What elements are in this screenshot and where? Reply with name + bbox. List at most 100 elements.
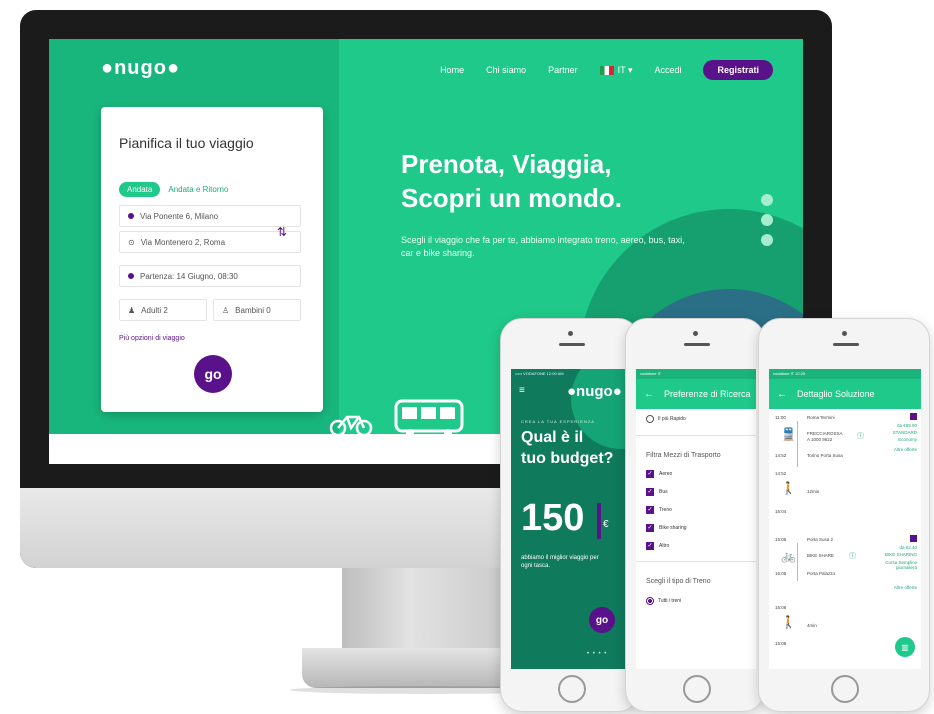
home-button[interactable] xyxy=(683,675,711,703)
slider-dot[interactable] xyxy=(761,214,773,226)
destination-pin-icon: ⊙ xyxy=(128,237,135,247)
nav-login[interactable]: Accedi xyxy=(654,65,681,75)
mode-label: Aereo xyxy=(659,471,673,477)
mode-bus[interactable]: ✓ Bus xyxy=(636,483,756,501)
service-name: FRECCIAROSSA xyxy=(807,431,843,436)
mode-other[interactable]: ✓ Altro xyxy=(636,537,756,555)
children-value: Bambini 0 xyxy=(235,305,271,315)
app-bar: ← Preferenze di Ricerca xyxy=(636,379,756,409)
back-arrow-icon[interactable]: ← xyxy=(777,389,787,400)
budget-go-button[interactable]: go xyxy=(589,607,615,633)
search-go-button[interactable]: go xyxy=(194,355,232,393)
radio-selected-icon xyxy=(646,597,654,605)
language-select[interactable]: IT ▾ xyxy=(599,65,632,76)
phone-speaker xyxy=(684,343,710,346)
children-field[interactable]: ♙ Bambini 0 xyxy=(213,299,301,321)
select-checkbox[interactable] xyxy=(910,535,917,542)
screen-title: Preferenze di Ricerca xyxy=(664,389,751,399)
hero-headline-line2: Scopri un mondo. xyxy=(401,183,622,213)
checkbox-checked-icon: ✓ xyxy=(646,524,654,532)
home-button[interactable] xyxy=(831,675,859,703)
mode-label: Bike sharing xyxy=(659,525,687,531)
more-offers-link[interactable]: Altre offerte xyxy=(894,585,917,590)
budget-tagline: abbiamo il miglior viaggio per ogni tasc… xyxy=(521,555,599,569)
home-button[interactable] xyxy=(558,675,586,703)
info-icon[interactable]: ⓘ xyxy=(849,551,856,561)
service-name: BIKE SHARE xyxy=(807,553,835,558)
adults-value: Adulti 2 xyxy=(141,305,168,315)
select-checkbox[interactable] xyxy=(910,413,917,420)
fastest-option[interactable]: Il più Rapido xyxy=(636,409,756,429)
slider-dot[interactable] xyxy=(761,234,773,246)
info-icon[interactable]: ⓘ xyxy=(857,431,864,441)
text-cursor xyxy=(597,503,601,539)
divider xyxy=(636,435,756,436)
walking-icon: 🚶 xyxy=(781,615,796,629)
mode-label: Treno xyxy=(659,507,672,513)
fare-note: Corsa Semplice giornaliera xyxy=(885,560,917,570)
swap-icon[interactable]: ⇅ xyxy=(277,225,287,239)
nav-about[interactable]: Chi siamo xyxy=(486,65,526,75)
site-logo[interactable]: ●nugo● xyxy=(101,57,180,80)
itinerary: 11:00 Roma Termini 🚆 FRECCIAROSSA A 1000… xyxy=(769,409,921,669)
time-label: 15:04 xyxy=(775,509,787,514)
status-bar: vodafone IT xyxy=(636,369,756,379)
child-icon: ♙ xyxy=(222,305,230,315)
all-trains-option[interactable]: Tutti i treni xyxy=(636,591,756,611)
planner-title: Pianifica il tuo viaggio xyxy=(119,135,254,151)
date-field[interactable]: Partenza: 14 Giugno, 08:30 xyxy=(119,265,301,287)
imac-stand-neck xyxy=(342,568,512,650)
phone-budget: ••••• VODAFONE 12:00 AM ≡ ●nugo● CREA LA… xyxy=(500,318,640,712)
phone-speaker xyxy=(833,343,859,346)
filter-title: Filtra Mezzi di Trasporto xyxy=(646,452,721,459)
detail-screen: vodafone IT 10:25 ← Dettaglio Soluzione … xyxy=(769,369,921,669)
checkbox-checked-icon: ✓ xyxy=(646,470,654,478)
budget-amount[interactable]: 150 xyxy=(521,497,584,540)
fare-label: Economy xyxy=(898,437,917,442)
class-label: STANDARD xyxy=(892,430,917,435)
walking-icon: 🚶 xyxy=(781,481,796,495)
to-field[interactable]: ⊙ Via Montenero 2, Roma xyxy=(119,231,301,253)
app-logo: ●nugo● xyxy=(567,383,622,400)
mode-train[interactable]: ✓ Treno xyxy=(636,501,756,519)
back-arrow-icon[interactable]: ← xyxy=(644,389,654,400)
register-button[interactable]: Registrati xyxy=(703,60,773,80)
map-button[interactable]: ▥ xyxy=(895,637,915,657)
origin-pin-icon xyxy=(128,213,134,219)
budget-screen: ••••• VODAFONE 12:00 AM ≡ ●nugo● CREA LA… xyxy=(511,369,631,669)
hero-headline: Prenota, Viaggia, Scopri un mondo. xyxy=(401,147,622,215)
adult-icon: ♟ xyxy=(128,305,136,315)
walk-duration: 12min xyxy=(807,489,820,494)
service-code: A 1000 9622 xyxy=(807,437,833,442)
radio-icon xyxy=(646,415,654,423)
phone-camera xyxy=(568,331,573,336)
more-options-link[interactable]: Più opzioni di viaggio xyxy=(119,335,185,342)
train-icon: 🚆 xyxy=(781,427,796,441)
mode-label: Altro xyxy=(659,543,670,549)
from-value: Via Ponente 6, Milano xyxy=(140,211,219,221)
bus-icon xyxy=(394,399,464,437)
menu-icon[interactable]: ≡ xyxy=(519,385,525,396)
status-bar: vodafone IT 10:25 xyxy=(769,369,921,379)
time-label: 15:05 xyxy=(775,537,787,542)
budget-question-line2: tuo budget? xyxy=(521,450,614,467)
type-label: BIKE SHARING xyxy=(884,552,917,557)
adults-field[interactable]: ♟ Adulti 2 xyxy=(119,299,207,321)
mode-plane[interactable]: ✓ Aereo xyxy=(636,465,756,483)
slider-dot[interactable] xyxy=(761,194,773,206)
hero-subtitle: Scegli il viaggio che fa per te, abbiamo… xyxy=(401,235,685,258)
to-value: Via Montenero 2, Roma xyxy=(140,237,226,247)
mode-bike-sharing[interactable]: ✓ Bike sharing xyxy=(636,519,756,537)
time-label: 14:52 xyxy=(775,471,787,476)
from-field[interactable]: Via Ponente 6, Milano xyxy=(119,205,301,227)
checkbox-checked-icon: ✓ xyxy=(646,506,654,514)
nav-partner[interactable]: Partner xyxy=(548,65,578,75)
more-offers-link[interactable]: Altre offerte xyxy=(894,447,917,452)
bicycle-icon: 🚲 xyxy=(781,549,796,563)
nav-home[interactable]: Home xyxy=(440,65,464,75)
phone-speaker xyxy=(559,343,585,346)
price-label: da €69.90 xyxy=(896,423,917,428)
fastest-label: Il più Rapido xyxy=(658,416,686,422)
tab-round-trip[interactable]: Andata e Ritorno xyxy=(168,185,228,194)
tab-one-way[interactable]: Andata xyxy=(119,182,161,197)
